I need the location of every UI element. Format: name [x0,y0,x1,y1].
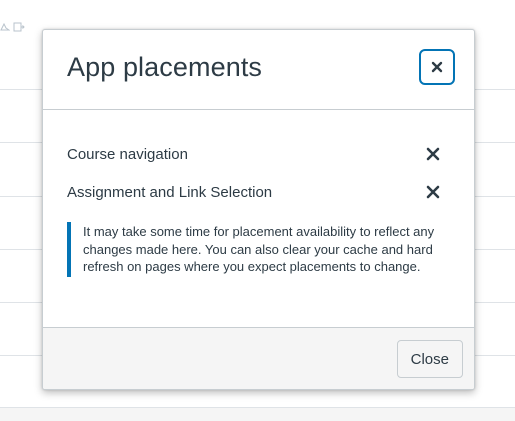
background-toolbar-icons [0,22,25,32]
remove-placement-assignment-link-selection-button[interactable] [423,182,443,202]
close-icon [431,61,443,73]
placement-info-alert: It may take some time for placement avai… [67,222,439,277]
modal-body: Course navigation Assignment and Link Se… [43,110,474,328]
close-button[interactable]: Close [396,340,463,378]
placement-label: Course navigation [67,145,188,163]
background-export-icon [13,22,25,32]
remove-icon [426,185,440,199]
modal-title: App placements [67,52,263,82]
background-icon [0,22,10,31]
remove-icon [426,147,440,161]
modal-header: App placements [43,30,474,110]
remove-placement-course-navigation-button[interactable] [423,144,443,164]
modal-close-x-button[interactable] [419,49,455,85]
app-placements-modal: App placements Course navigation Assignm… [42,29,475,390]
placement-label: Assignment and Link Selection [67,183,273,201]
background-row-shade [0,408,515,421]
placement-row-course-navigation: Course navigation [67,142,443,166]
placement-row-assignment-link-selection: Assignment and Link Selection [67,180,443,204]
modal-footer: Close [43,327,474,389]
